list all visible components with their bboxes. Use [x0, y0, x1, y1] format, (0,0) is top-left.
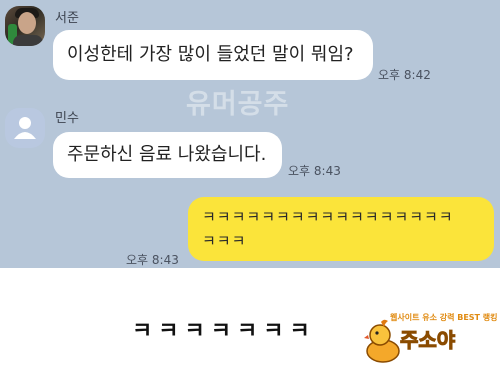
caption-text: ㅋㅋㅋㅋㅋㅋㅋ — [132, 319, 316, 344]
duck-icon — [364, 319, 400, 363]
logo-tagline: 웹사이트 유소 강력 BEST 랭킹 — [390, 313, 498, 322]
message-time: 오후 8:43 — [288, 164, 341, 178]
message-time: 오후 8:43 — [126, 253, 179, 267]
person-icon — [14, 117, 36, 139]
site-logo[interactable]: 웹사이트 유소 강력 BEST 랭킹 주소야 — [364, 312, 500, 367]
message-line: ㅋㅋㅋ — [202, 232, 247, 250]
avatar-minsu[interactable] — [5, 108, 45, 148]
logo-name: 주소야 — [399, 328, 456, 353]
message-bubble[interactable]: 주문하신 음료 나왔습니다. — [53, 132, 282, 178]
message-time: 오후 8:42 — [378, 68, 431, 82]
chat-area: 유머공주 서준 이성한테 가장 많이 들었던 말이 뭐임? 오후 8:42 민수… — [0, 0, 500, 268]
sender-name: 민수 — [55, 111, 79, 126]
sender-name: 서준 — [55, 11, 79, 26]
my-message-bubble[interactable]: ㅋㅋㅋㅋㅋㅋㅋㅋㅋㅋㅋㅋㅋㅋㅋㅋㅋ ㅋㅋㅋ — [188, 197, 494, 261]
watermark: 유머공주 — [186, 89, 290, 120]
message-bubble[interactable]: 이성한테 가장 많이 들었던 말이 뭐임? — [53, 30, 373, 80]
avatar-seojun[interactable] — [5, 6, 45, 46]
message-line: ㅋㅋㅋㅋㅋㅋㅋㅋㅋㅋㅋㅋㅋㅋㅋㅋㅋ — [202, 208, 454, 226]
